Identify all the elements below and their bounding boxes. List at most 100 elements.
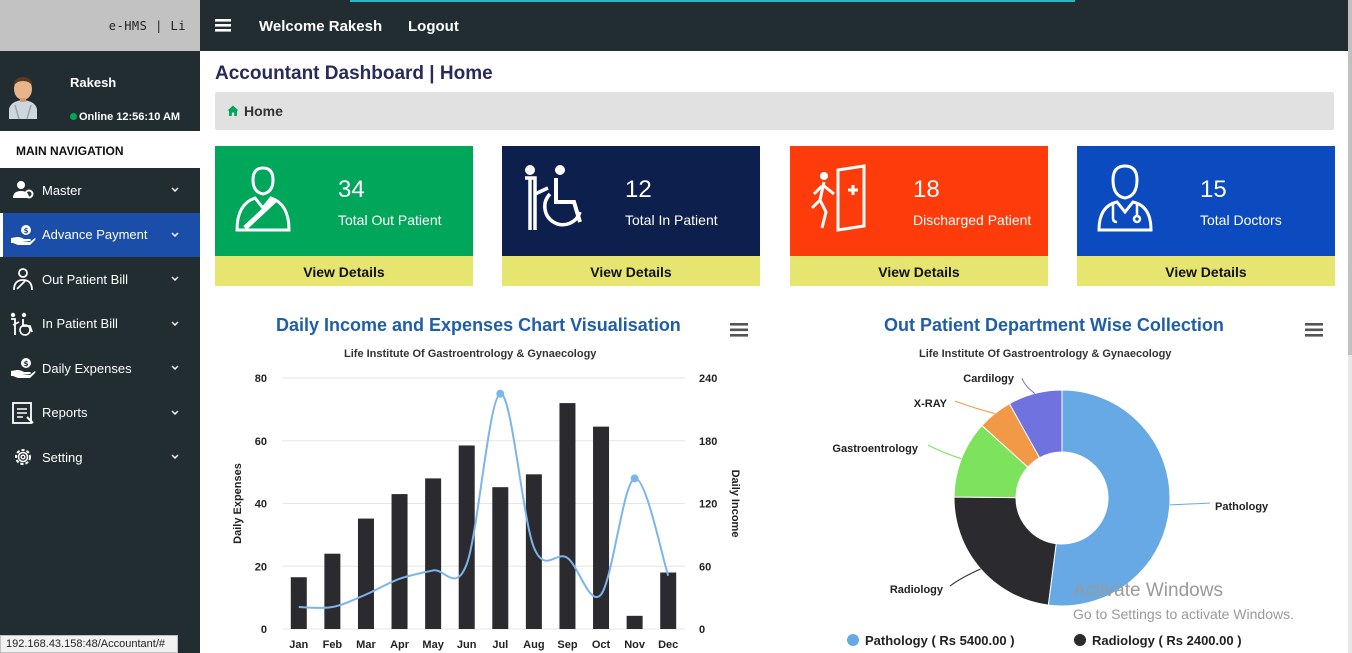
sidebar-item-label: Reports (42, 405, 88, 421)
avatar (9, 77, 37, 119)
bar-sep (559, 403, 576, 629)
x-tick-label: Apr (390, 639, 410, 651)
y-tick-label: 20 (255, 561, 267, 573)
income-point-jul (496, 389, 505, 398)
x-tick-label: Jan (289, 639, 308, 651)
hamburger-menu-icon[interactable] (215, 19, 231, 32)
sidebar: e-HMS | Li Rakesh Online 12:56:10 AM MAI… (0, 0, 200, 653)
income-spline-line (298, 392, 670, 609)
stat-count: 15 (1200, 176, 1227, 203)
stat-count: 34 (338, 176, 365, 203)
slice-connector (1169, 502, 1211, 506)
bar-dec (660, 572, 677, 629)
stat-card-in-patient: 12 Total In Patient View Details (502, 146, 760, 286)
online-status-icon (70, 113, 77, 120)
brand-logo[interactable]: e-HMS | Li (0, 0, 200, 51)
stat-count: 12 (625, 176, 652, 203)
money-hand-icon: $ (10, 355, 36, 381)
legend-marker (847, 634, 859, 646)
stat-label: Total Out Patient (338, 212, 442, 228)
x-tick-label: Dec (658, 639, 678, 651)
bar-aug (525, 474, 542, 629)
bar-may (425, 478, 442, 629)
chevron-down-icon (171, 276, 179, 282)
breadcrumb: Home (215, 92, 1334, 130)
y2-tick-label: 180 (699, 436, 717, 448)
chevron-down-icon (171, 232, 179, 237)
report-icon (10, 400, 36, 426)
y2-tick-label: 60 (699, 561, 711, 573)
scrollbar-thumb[interactable] (1348, 0, 1352, 355)
x-tick-label: Jun (457, 639, 477, 651)
svg-text:$: $ (24, 360, 29, 368)
user-panel: Rakesh Online 12:56:10 AM (0, 51, 200, 131)
sidebar-item-out-patient-bill[interactable]: Out Patient Bill (0, 257, 200, 302)
sidebar-item-in-patient-bill[interactable]: In Patient Bill (0, 302, 200, 347)
stat-label: Total Doctors (1200, 212, 1282, 228)
slice-label: Gastroentrology (832, 443, 918, 455)
bar-oct (593, 426, 610, 629)
stat-card-discharged-patient: 18 Discharged Patient View Details (790, 146, 1048, 286)
welcome-link[interactable]: Welcome Rakesh (259, 18, 382, 35)
user-status-text: Online 12:56:10 AM (79, 111, 181, 123)
bar-feb (324, 553, 341, 629)
stat-count: 18 (913, 176, 940, 203)
sidebar-item-master[interactable]: Master (0, 168, 200, 213)
top-accent-line (350, 0, 1075, 2)
legend-item: Pathology ( Rs 5400.00 ) (865, 633, 1015, 648)
user-name: Rakesh (70, 75, 117, 90)
chevron-down-icon (171, 321, 179, 326)
view-details-link[interactable]: View Details (215, 256, 473, 286)
slice-pathology (1047, 389, 1171, 607)
chevron-down-icon (171, 410, 179, 415)
legend-item: Radiology ( Rs 2400.00 ) (1092, 633, 1242, 648)
stat-label: Total In Patient (625, 212, 718, 228)
income-point-nov (630, 474, 639, 483)
y-tick-label: 80 (255, 373, 267, 385)
y-tick-label: 0 (261, 624, 267, 636)
view-details-link[interactable]: View Details (502, 256, 760, 286)
sidebar-item-advance-payment[interactable]: $ Advance Payment (0, 212, 200, 257)
bar-nov (626, 615, 643, 629)
x-tick-label: May (422, 639, 444, 651)
sidebar-item-label: Setting (42, 449, 83, 465)
y2-tick-label: 120 (699, 499, 717, 511)
view-details-link[interactable]: View Details (1077, 256, 1335, 286)
bar-jul (492, 487, 509, 629)
svg-text:$: $ (24, 227, 29, 235)
watermark-subtitle: Go to Settings to activate Windows. (1073, 606, 1294, 622)
y2-tick-label: 240 (699, 373, 717, 385)
sidebar-item-reports[interactable]: Reports (0, 391, 200, 436)
sidebar-item-daily-expenses[interactable]: $ Daily Expenses (0, 346, 200, 391)
logout-link[interactable]: Logout (408, 18, 459, 35)
y2-tick-label: 0 (699, 624, 705, 636)
sidebar-item-label: Daily Expenses (42, 360, 132, 376)
view-details-link[interactable]: View Details (790, 256, 1048, 286)
slice-label: X-RAY (914, 398, 948, 410)
sidebar-item-label: Master (42, 182, 82, 198)
x-tick-label: Jul (492, 639, 508, 651)
stat-card-total-doctors: 15 Total Doctors View Details (1077, 146, 1335, 286)
outpatient-person-icon (235, 166, 291, 232)
sidebar-item-setting[interactable]: Setting (0, 435, 200, 480)
slice-label: Radiology (890, 584, 944, 596)
gear-icon (10, 444, 36, 470)
page-scrollbar[interactable] (1348, 0, 1352, 653)
income-expenses-chart-svg: 0 20 40 60 80 0 60 120 180 240 Daily Expenses Daily… (232, 373, 741, 651)
slice-connector (949, 568, 981, 587)
stat-card-body: 15 Total Doctors (1077, 146, 1335, 256)
settings-people-icon (10, 177, 36, 203)
top-navbar: Welcome Rakesh Logout (200, 0, 1352, 51)
stat-card-out-patient: 34 Total Out Patient View Details (215, 146, 473, 286)
user-status: Online 12:56:10 AM (70, 111, 180, 123)
income-expenses-chart: Daily Income and Expenses Chart Visualis… (215, 306, 775, 653)
slice-label: Pathology (1215, 501, 1269, 513)
main-navigation-header: MAIN NAVIGATION (0, 131, 200, 168)
breadcrumb-home[interactable]: Home (244, 103, 283, 119)
y-axis-label: Daily Expenses (232, 463, 244, 544)
app: e-HMS | Li Rakesh Online 12:56:10 AM MAI… (0, 0, 1352, 653)
wheelchair-icon (525, 165, 582, 230)
home-icon (227, 105, 239, 116)
stat-card-body: 12 Total In Patient (502, 146, 760, 256)
y2-axis-label: Daily Income (729, 470, 741, 538)
